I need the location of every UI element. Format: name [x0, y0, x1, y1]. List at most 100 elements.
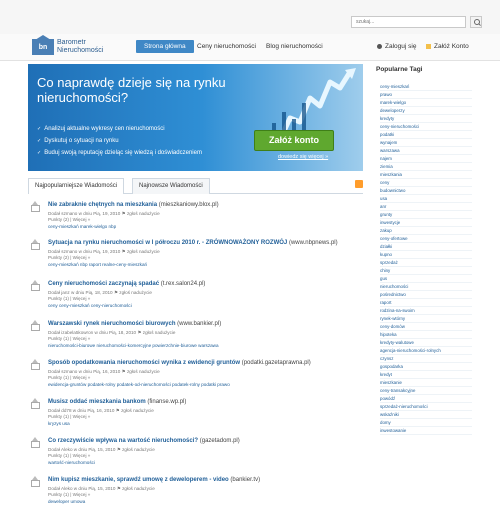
- tag-link[interactable]: kupno: [380, 251, 472, 259]
- tag-link[interactable]: inwestycje: [380, 219, 472, 227]
- vote-icon[interactable]: [30, 398, 40, 409]
- search-input[interactable]: [351, 16, 466, 28]
- news-actions[interactable]: Punkty (1) | Więcej »: [48, 492, 90, 497]
- tag-link[interactable]: wynajem: [380, 139, 472, 147]
- tag-link[interactable]: domy: [380, 419, 472, 427]
- tag-link[interactable]: marek-wielgo: [380, 99, 472, 107]
- tag-link[interactable]: sprzedaż-nieruchomości: [380, 403, 472, 411]
- vote-icon[interactable]: [30, 437, 40, 448]
- news-actions[interactable]: Punkty (1) | Więcej »: [48, 296, 90, 301]
- signup-label: Załóż Konto: [434, 43, 469, 50]
- vote-icon[interactable]: [30, 201, 40, 212]
- tag-link[interactable]: ceny: [380, 179, 472, 187]
- tag-link[interactable]: ziemia: [380, 163, 472, 171]
- tag-link[interactable]: warszawa: [380, 147, 472, 155]
- news-author-date: Dodał janz w dniu Pią, 18, 2010 ⚑ zgłoś …: [48, 290, 152, 295]
- tag-link[interactable]: kredyt: [380, 371, 472, 379]
- vote-icon[interactable]: [30, 239, 40, 250]
- tag-link[interactable]: sprzedaż: [380, 259, 472, 267]
- tag-link[interactable]: prawo: [380, 91, 472, 99]
- tag-link[interactable]: podatki: [380, 131, 472, 139]
- tag-link[interactable]: nieruchomości: [380, 283, 472, 291]
- tag-link[interactable]: ceny-mieszkań: [380, 83, 472, 91]
- tag-link[interactable]: grunty: [380, 211, 472, 219]
- login-link[interactable]: Zaloguj się: [377, 40, 416, 53]
- tag-link[interactable]: ceny-ofertowe: [380, 235, 472, 243]
- rss-icon[interactable]: [355, 180, 363, 188]
- hero-bullet-1: Analizuj aktualne wykresy cen nieruchomo…: [37, 125, 164, 133]
- tag-link[interactable]: czynsz: [380, 355, 472, 363]
- tag-link[interactable]: mieszkania: [380, 171, 472, 179]
- hero-bullet-3: Buduj swoją reputację dzieląc się wiedzą…: [37, 149, 202, 157]
- tag-link[interactable]: powódź: [380, 395, 472, 403]
- tag-link[interactable]: gospodarka: [380, 363, 472, 371]
- learn-more-link[interactable]: dowiedz się więcej »: [278, 154, 328, 160]
- vote-icon[interactable]: [30, 320, 40, 331]
- tag-link[interactable]: kredyty-walutowe: [380, 339, 472, 347]
- news-tags[interactable]: ceny ceny-mieszkań ceny-nieruchomości: [48, 303, 132, 309]
- tab-blog[interactable]: Blog nieruchomości: [266, 40, 323, 53]
- news-source: (t.rex.salon24.pl): [160, 281, 206, 287]
- news-title[interactable]: Sytuacja na rynku nieruchomości w I półr…: [48, 239, 338, 247]
- tag-link[interactable]: anr: [380, 203, 472, 211]
- news-source: (www.bankier.pl): [177, 321, 222, 327]
- tag-link[interactable]: usa: [380, 195, 472, 203]
- tag-link[interactable]: raport: [380, 299, 472, 307]
- news-title[interactable]: Co rzeczywiście wpływa na wartość nieruc…: [48, 437, 240, 445]
- tag-link[interactable]: agencja-nieruchomości-rolnych: [380, 347, 472, 355]
- news-actions[interactable]: Punkty (2) | Więcej »: [48, 255, 90, 260]
- tag-link[interactable]: chiny: [380, 267, 472, 275]
- tag-link[interactable]: wskaźniki: [380, 411, 472, 419]
- news-author-date: Dodał szmano w dniu Pią, 19, 2010 ⚑ zgło…: [48, 249, 160, 254]
- news-title[interactable]: Musisz oddać mieszkania bankom (finanse.…: [48, 398, 186, 406]
- news-actions[interactable]: Punkty (1) | Więcej »: [48, 375, 90, 380]
- search-icon[interactable]: [470, 16, 482, 28]
- vote-icon[interactable]: [30, 280, 40, 291]
- tab-home[interactable]: Strona główna: [136, 40, 194, 53]
- news-actions[interactable]: Punkty (2) | Więcej »: [48, 217, 90, 222]
- news-title[interactable]: Nim kupisz mieszkanie, sprawdź umowę z d…: [48, 476, 260, 484]
- news-actions[interactable]: Punkty (1) | Więcej »: [48, 453, 90, 458]
- logo[interactable]: Barometr Nieruchomości: [57, 39, 103, 55]
- news-tags[interactable]: nieruchomości-biurowe nieruchomości-kome…: [48, 343, 219, 349]
- tag-link[interactable]: budownictwo: [380, 187, 472, 195]
- tab-prices[interactable]: Ceny nieruchomości: [197, 40, 256, 53]
- news-tags[interactable]: ceny-mieszkań nbp raport realne-ceny-mie…: [48, 262, 147, 268]
- tag-link[interactable]: pośrednictwo: [380, 291, 472, 299]
- news-author-date: Dodał Aleko w dniu Pią, 15, 2010 ⚑ zgłoś…: [48, 486, 155, 491]
- news-title[interactable]: Warszawski rynek nieruchomości biurowych…: [48, 320, 221, 328]
- tag-link[interactable]: rynek-wtórny: [380, 315, 472, 323]
- tag-link[interactable]: rodzina-na-swoim: [380, 307, 472, 315]
- vote-icon[interactable]: [30, 476, 40, 487]
- tag-link[interactable]: ceny-nieruchomości: [380, 123, 472, 131]
- signup-icon: [426, 43, 431, 49]
- news-title[interactable]: Nie zabraknie chętnych na mieszkania (mi…: [48, 201, 219, 209]
- tag-link[interactable]: najem: [380, 155, 472, 163]
- tag-link[interactable]: zakup: [380, 227, 472, 235]
- tag-link[interactable]: mieszkanie: [380, 379, 472, 387]
- news-tags[interactable]: kryzys usa: [48, 421, 70, 427]
- news-source: (gazetadom.pl): [199, 438, 240, 444]
- tag-link[interactable]: ceny-domów: [380, 323, 472, 331]
- tag-link[interactable]: działki: [380, 243, 472, 251]
- create-account-button[interactable]: Załóż konto: [254, 130, 334, 151]
- tag-link[interactable]: gus: [380, 275, 472, 283]
- news-source: (podatki.gazetaprawna.pl): [241, 360, 311, 366]
- login-icon: [377, 43, 382, 49]
- news-tags[interactable]: ceny-mieszkań marek-wielgo nbp: [48, 224, 116, 230]
- news-title[interactable]: Sposób opodatkowania nieruchomości wynik…: [48, 359, 311, 367]
- news-actions[interactable]: Punkty (1) | Więcej »: [48, 414, 90, 419]
- tag-link[interactable]: ceny-transakcyjne: [380, 387, 472, 395]
- news-actions[interactable]: Punkty (1) | Więcej »: [48, 336, 90, 341]
- news-tags[interactable]: wartość-nieruchomości: [48, 460, 95, 466]
- tag-link[interactable]: inwestowanie: [380, 427, 472, 435]
- tab-newest-news[interactable]: Najnowsze Wiadomości: [132, 178, 210, 194]
- tag-link[interactable]: kredyty: [380, 115, 472, 123]
- signup-link[interactable]: Załóż Konto: [426, 40, 469, 53]
- news-tags[interactable]: ewidencja-gruntów podatek-rolny podatek-…: [48, 382, 230, 388]
- news-title[interactable]: Ceny nieruchomości zaczynają spadać (t.r…: [48, 280, 205, 288]
- tab-popular-news[interactable]: Najpopularniejsze Wiadomości: [28, 178, 125, 194]
- tag-link[interactable]: deweloperzy: [380, 107, 472, 115]
- tag-link[interactable]: hipoteka: [380, 331, 472, 339]
- vote-icon[interactable]: [30, 359, 40, 370]
